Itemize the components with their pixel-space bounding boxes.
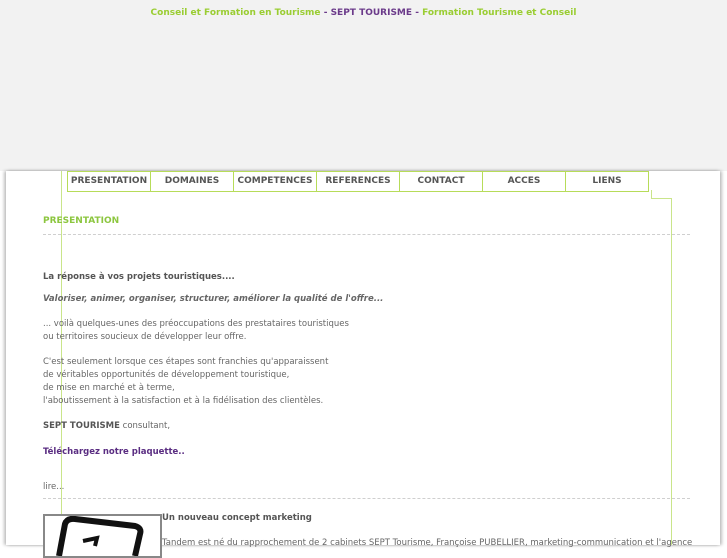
nav-references[interactable]: REFERENCES xyxy=(317,172,400,191)
consultant-suffix: consultant, xyxy=(119,421,171,431)
frame-line-corner xyxy=(651,198,672,199)
intro-tagline: Valoriser, animer, organiser, structurer… xyxy=(43,294,384,304)
marketing-text: Tandem est né du rapprochement de 2 cabi… xyxy=(162,538,693,548)
site-tagline: Conseil et Formation en Tourisme - SEPT … xyxy=(0,8,727,18)
main-nav: PRESENTATION DOMAINES COMPETENCES REFERE… xyxy=(67,171,649,192)
frame-line-right xyxy=(671,198,672,545)
intro-heading: La réponse à vos projets touristiques...… xyxy=(43,272,235,282)
divider xyxy=(43,234,690,235)
paragraph-line: ou territoires soucieux de développer le… xyxy=(43,332,247,342)
frame-line-notch xyxy=(651,190,652,199)
paragraph-line: ... voilà quelques-unes des préoccupatio… xyxy=(43,319,349,329)
nav-domaines[interactable]: DOMAINES xyxy=(151,172,234,191)
tagline-separator: - xyxy=(415,8,419,18)
nav-presentation[interactable]: PRESENTATION xyxy=(68,172,151,191)
read-more-link[interactable]: lire... xyxy=(43,482,64,492)
paragraph-line: l'aboutissement à la satisfaction et à l… xyxy=(43,396,324,406)
tagline-left: Conseil et Formation en Tourisme xyxy=(150,8,321,18)
paragraph-line: de véritables opportunités de développem… xyxy=(43,370,290,380)
tagline-right: Formation Tourisme et Conseil xyxy=(422,8,577,18)
nav-acces[interactable]: ACCES xyxy=(483,172,566,191)
nav-competences[interactable]: COMPETENCES xyxy=(234,172,317,191)
nav-contact[interactable]: CONTACT xyxy=(400,172,483,191)
consultant-line: SEPT TOURISME consultant, xyxy=(43,421,170,431)
marketing-title: Un nouveau concept marketing xyxy=(162,513,312,523)
tagline-separator: - xyxy=(323,8,328,18)
brand-name: SEPT TOURISME xyxy=(330,8,413,18)
download-brochure-link[interactable]: Téléchargez notre plaquette.. xyxy=(43,447,185,457)
tandem-logo-icon xyxy=(56,516,144,556)
header-banner: Conseil et Formation en Tourisme - SEPT … xyxy=(0,0,727,171)
divider xyxy=(43,498,690,499)
marketing-image[interactable] xyxy=(43,514,162,558)
section-title: PRESENTATION xyxy=(43,216,120,226)
nav-liens[interactable]: LIENS xyxy=(566,172,648,191)
consultant-brand: SEPT TOURISME xyxy=(43,421,120,431)
paragraph-line: de mise en marché et à terme, xyxy=(43,383,175,393)
paragraph-line: C'est seulement lorsque ces étapes sont … xyxy=(43,357,329,367)
